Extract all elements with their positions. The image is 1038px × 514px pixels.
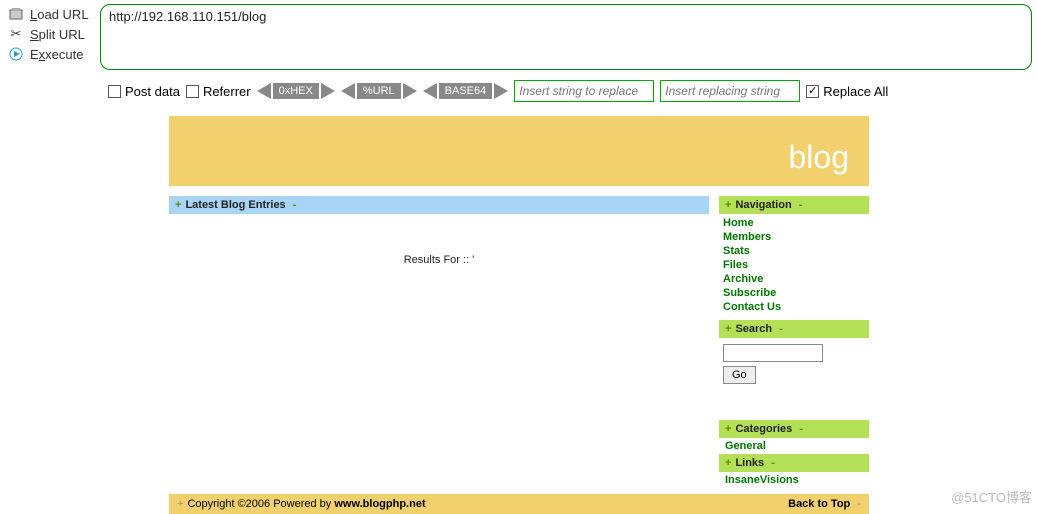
execute-button[interactable]: Exxecute (0, 44, 100, 64)
search-input[interactable] (723, 344, 823, 362)
execute-label: Exxecute (30, 47, 83, 62)
nav-stats[interactable]: Stats (723, 244, 865, 258)
replace-to-input[interactable] (660, 80, 800, 102)
toolbar: Post data Referrer 0xHEX %URL BASE64 Rep… (0, 74, 1038, 108)
categories-header: +Categories - (719, 420, 869, 438)
blog-page: blog +Latest Blog Entries - Results For … (169, 116, 869, 514)
nav-subscribe[interactable]: Subscribe (723, 286, 865, 300)
watermark: @51CTO博客 (951, 487, 1032, 506)
split-label: Split URL (30, 27, 85, 42)
nav-home[interactable]: Home (723, 216, 865, 230)
base64-button[interactable]: BASE64 (423, 83, 509, 99)
back-to-top[interactable]: Back to Top - (788, 498, 861, 510)
category-general[interactable]: General (719, 438, 869, 454)
load-icon (8, 6, 24, 22)
nav-contact[interactable]: Contact Us (723, 300, 865, 314)
nav-header: +Navigation - (719, 196, 869, 214)
banner-title: blog (789, 139, 850, 176)
split-url-button[interactable]: ✂ Split URL (0, 24, 100, 44)
links-header: +Links - (719, 454, 869, 472)
results-text: Results For :: ' (169, 214, 709, 306)
scissors-icon: ✂ (8, 26, 24, 42)
left-menu: Load URL ✂ Split URL Exxecute (0, 0, 100, 74)
go-button[interactable]: Go (723, 366, 756, 384)
urlenc-button[interactable]: %URL (341, 83, 417, 99)
nav-archive[interactable]: Archive (723, 272, 865, 286)
link-insanevisions[interactable]: InsaneVisions (719, 472, 869, 488)
footer-copy: +Copyright ©2006 Powered by www.blogphp.… (177, 498, 426, 510)
latest-entries-header: +Latest Blog Entries - (169, 196, 709, 214)
load-label: Load URL (30, 7, 89, 22)
url-input[interactable]: http://192.168.110.151/blog (100, 4, 1032, 70)
postdata-checkbox[interactable]: Post data (108, 84, 180, 99)
referrer-checkbox[interactable]: Referrer (186, 84, 251, 99)
footer: +Copyright ©2006 Powered by www.blogphp.… (169, 494, 869, 514)
banner: blog (169, 116, 869, 186)
hex-button[interactable]: 0xHEX (257, 83, 335, 99)
replace-all-checkbox[interactable]: Replace All (806, 84, 888, 99)
nav-files[interactable]: Files (723, 258, 865, 272)
nav-list: Home Members Stats Files Archive Subscri… (719, 214, 869, 320)
nav-members[interactable]: Members (723, 230, 865, 244)
replace-from-input[interactable] (514, 80, 654, 102)
play-icon (8, 46, 24, 62)
load-url-button[interactable]: Load URL (0, 4, 100, 24)
search-header: +Search - (719, 320, 869, 338)
